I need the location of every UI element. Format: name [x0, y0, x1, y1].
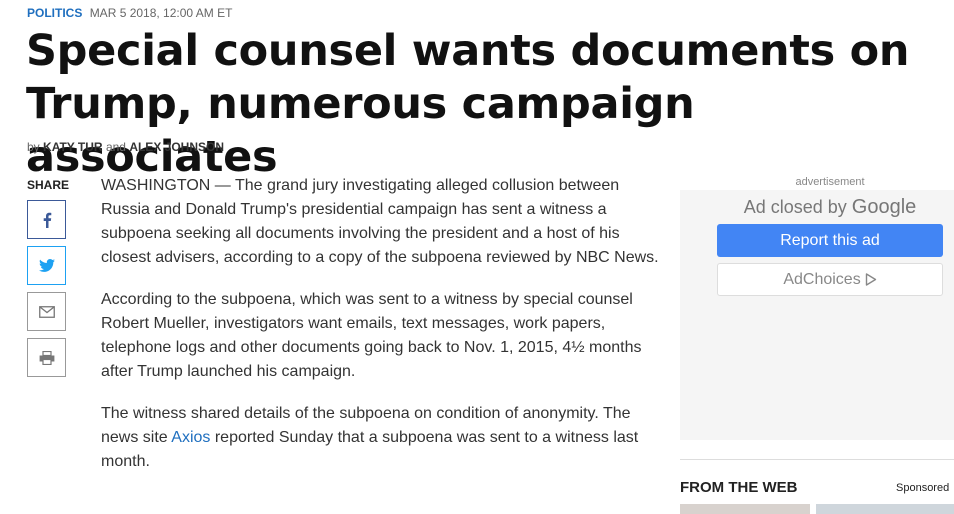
article-body: WASHINGTON — The grand jury investigatin… — [101, 174, 661, 492]
google-logo: Google — [851, 196, 917, 218]
author-link[interactable]: ALEX JOHNSON — [129, 140, 224, 154]
article-meta: POLITICS MAR 5 2018, 12:00 AM ET — [27, 6, 232, 20]
report-ad-button[interactable]: Report this ad — [717, 224, 943, 257]
author-link[interactable]: KATY TUR — [43, 140, 103, 154]
ad-container: Ad closed by Google Report this ad AdCho… — [680, 190, 954, 440]
sponsored-thumbnail[interactable] — [816, 504, 954, 514]
publish-date: MAR 5 2018, 12:00 AM ET — [89, 6, 233, 20]
twitter-icon — [38, 259, 55, 272]
adchoices-icon — [865, 273, 876, 286]
adchoices-label: AdChoices — [783, 270, 861, 288]
byline-and: and — [105, 140, 126, 154]
axios-link[interactable]: Axios — [171, 429, 210, 446]
article-paragraph: The witness shared details of the subpoe… — [101, 402, 661, 474]
ad-closed-message: Ad closed by Google — [680, 196, 954, 219]
article-paragraph: WASHINGTON — The grand jury investigatin… — [101, 177, 659, 266]
sponsored-label: Sponsored — [896, 482, 950, 494]
byline-by: by — [27, 140, 40, 154]
twitter-share-button[interactable] — [27, 246, 66, 285]
facebook-share-button[interactable] — [27, 200, 66, 239]
share-label: SHARE — [27, 178, 70, 192]
print-icon — [39, 350, 54, 365]
sidebar-divider — [680, 459, 954, 460]
adchoices-button[interactable]: AdChoices — [717, 263, 943, 296]
sponsored-thumbnail[interactable] — [680, 504, 810, 514]
section-link[interactable]: POLITICS — [27, 6, 82, 20]
print-share-button[interactable] — [27, 338, 66, 377]
ad-closed-text: Ad closed by — [743, 197, 847, 217]
headline: Special counsel wants documents on Trump… — [26, 26, 910, 182]
email-share-button[interactable] — [27, 292, 66, 331]
byline: by KATY TUR and ALEX JOHNSON — [27, 140, 224, 154]
facebook-icon — [43, 212, 51, 228]
article-paragraph: According to the subpoena, which was sen… — [101, 291, 642, 380]
advertisement-label: advertisement — [795, 176, 865, 188]
email-icon — [38, 305, 55, 318]
from-the-web-heading: FROM THE WEB — [680, 479, 798, 496]
